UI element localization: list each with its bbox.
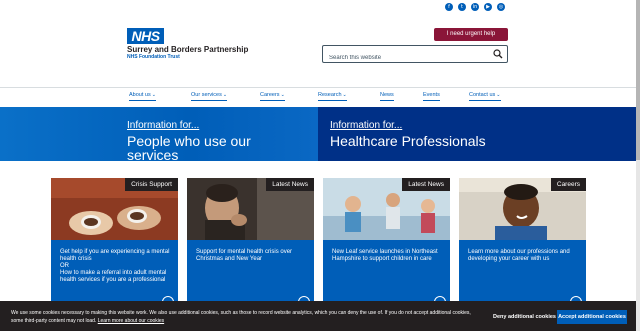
chevron-down-icon: ⌄	[496, 92, 501, 98]
linkedin-icon[interactable]: in	[471, 3, 479, 11]
hero-title: People who use our services	[127, 133, 251, 163]
org-subtitle: NHS Foundation Trust	[127, 54, 180, 60]
hero-healthcare-professionals[interactable]: Information for... Healthcare Profession…	[318, 107, 636, 161]
card-text: Get help if you are experiencing a menta…	[60, 249, 170, 283]
cookie-text: We use some cookies necessary to making …	[11, 310, 471, 324]
header-divider	[0, 87, 636, 88]
main-nav: About us⌄ Our services⌄ Careers⌄ Researc…	[0, 92, 636, 104]
nav-about-us[interactable]: About us⌄	[129, 92, 156, 101]
youtube-icon[interactable]: ▶	[484, 3, 492, 11]
nav-label: About us	[129, 92, 151, 98]
org-name: Surrey and Borders Partnership	[127, 45, 249, 54]
page-scrollbar[interactable]	[636, 0, 640, 331]
card-text: Support for mental health crisis over Ch…	[196, 249, 293, 262]
chevron-down-icon: ⌄	[151, 92, 156, 98]
scrollbar-thumb[interactable]	[636, 0, 640, 160]
nav-news[interactable]: News	[380, 92, 394, 101]
card-latest-news-2[interactable]: Latest News New Leaf service launches in…	[323, 178, 450, 308]
nav-label: Contact us	[469, 92, 496, 98]
nav-our-services[interactable]: Our services⌄	[191, 92, 228, 101]
cookie-message: We use some cookies necessary to making …	[11, 309, 481, 325]
hero-title: Healthcare Professionals	[330, 133, 486, 149]
chevron-down-icon: ⌄	[222, 92, 228, 98]
card-tag: Latest News	[402, 178, 450, 191]
nhs-logo: NHS	[127, 28, 164, 44]
nav-label: Research	[318, 92, 342, 98]
card-text: Learn more about our professions and dev…	[468, 249, 570, 262]
hero-kicker: Information for...	[127, 120, 200, 131]
hero-people-who-use-services[interactable]: Information for... People who use our se…	[0, 107, 318, 163]
cookie-policy-link[interactable]: Learn more about our cookies	[98, 318, 164, 324]
deny-cookies-button[interactable]: Deny additional cookies	[489, 310, 560, 324]
urgent-help-button[interactable]: I need urgent help	[434, 28, 508, 41]
social-links: f t in ▶ ◎	[445, 3, 505, 11]
search-icon[interactable]	[493, 49, 503, 59]
nav-label: News	[380, 92, 394, 98]
card-tag: Crisis Support	[125, 178, 178, 191]
chevron-down-icon: ⌄	[342, 92, 347, 98]
search-box	[322, 45, 508, 66]
card-tag: Latest News	[266, 178, 314, 191]
nav-contact-us[interactable]: Contact us⌄	[469, 92, 501, 101]
accept-cookies-button[interactable]: Accept additional cookies	[557, 310, 627, 324]
chevron-down-icon: ⌄	[280, 92, 285, 98]
search-input[interactable]	[323, 50, 483, 66]
nav-research[interactable]: Research⌄	[318, 92, 347, 101]
facebook-icon[interactable]: f	[445, 3, 453, 11]
card-tag: Careers	[550, 178, 586, 191]
card-latest-news-1[interactable]: Latest News Support for mental health cr…	[187, 178, 314, 308]
nav-label: Events	[423, 92, 440, 98]
instagram-icon[interactable]: ◎	[497, 3, 505, 11]
cookie-banner: We use some cookies necessary to making …	[0, 301, 636, 331]
nav-label: Our services	[191, 92, 222, 98]
twitter-icon[interactable]: t	[458, 3, 466, 11]
card-careers[interactable]: Careers Learn more about our professions…	[459, 178, 586, 308]
nav-careers[interactable]: Careers⌄	[260, 92, 285, 101]
site-logo[interactable]: NHS Surrey and Borders Partnership NHS F…	[127, 28, 248, 60]
card-text: New Leaf service launches in Northeast H…	[332, 249, 438, 262]
nav-events[interactable]: Events	[423, 92, 440, 101]
nav-label: Careers	[260, 92, 280, 98]
hero-kicker: Information for...	[330, 120, 403, 131]
card-crisis-support[interactable]: Crisis Support Get help if you are exper…	[51, 178, 178, 308]
